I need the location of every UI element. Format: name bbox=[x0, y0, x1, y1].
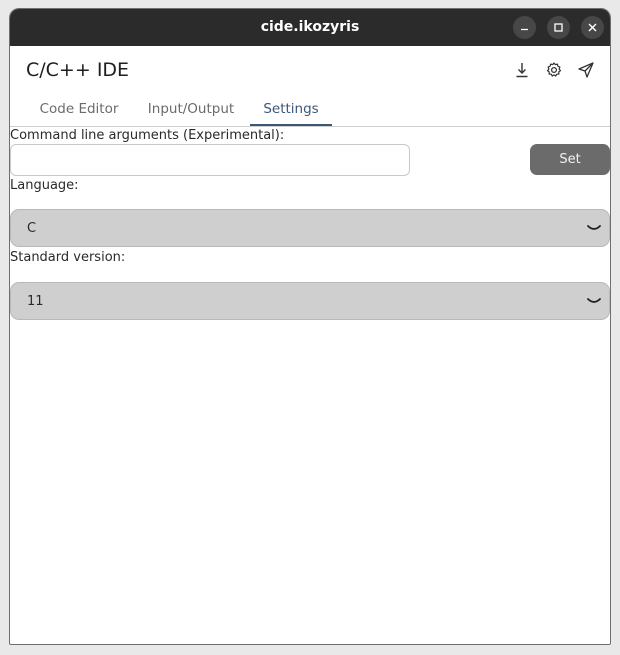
page-title: C/C++ IDE bbox=[26, 59, 130, 81]
app-header: C/C++ IDE bbox=[10, 46, 610, 94]
standard-label: Standard version: bbox=[10, 250, 126, 265]
language-label: Language: bbox=[10, 178, 79, 193]
language-value: C bbox=[27, 221, 37, 236]
tab-settings[interactable]: Settings bbox=[250, 94, 332, 126]
minimize-icon bbox=[521, 28, 528, 31]
args-label: Command line arguments (Experimental): bbox=[10, 128, 285, 143]
send-button[interactable] bbox=[577, 61, 595, 79]
tab-bar: Code Editor Input/Output Settings bbox=[10, 94, 610, 127]
standard-value: 11 bbox=[27, 294, 44, 309]
app-window: cide.ikozyris C/C++ IDE Code Editor Inpu… bbox=[9, 8, 611, 645]
standard-select[interactable]: 11 bbox=[10, 282, 610, 320]
send-icon bbox=[578, 62, 594, 78]
maximize-icon bbox=[554, 23, 563, 32]
tab-input-output[interactable]: Input/Output bbox=[134, 94, 248, 125]
chevron-down-icon bbox=[587, 298, 601, 303]
download-icon bbox=[516, 63, 528, 78]
chevron-down-icon bbox=[587, 225, 601, 230]
maximize-button[interactable] bbox=[547, 16, 570, 39]
set-button[interactable]: Set bbox=[530, 144, 610, 175]
tab-code-editor[interactable]: Code Editor bbox=[26, 94, 132, 125]
settings-button[interactable] bbox=[545, 61, 563, 79]
args-input[interactable] bbox=[10, 144, 410, 176]
close-button[interactable] bbox=[581, 16, 604, 39]
minimize-button[interactable] bbox=[513, 16, 536, 39]
language-select[interactable]: C bbox=[10, 209, 610, 247]
download-button[interactable] bbox=[513, 61, 531, 79]
close-icon bbox=[588, 23, 597, 32]
gear-icon bbox=[546, 62, 562, 77]
title-bar[interactable]: cide.ikozyris bbox=[10, 9, 610, 46]
